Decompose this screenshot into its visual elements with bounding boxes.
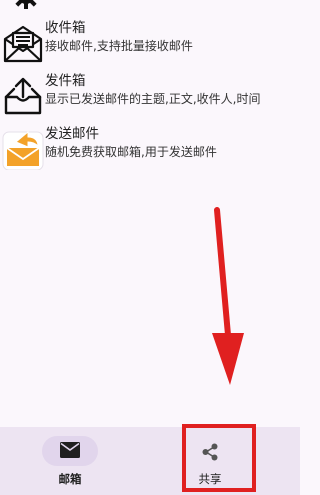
send-mail-description: 随机免费获取邮箱,用于发送邮件 <box>45 145 217 159</box>
red-arrow-icon <box>200 205 260 395</box>
outbox-description: 显示已发送邮件的主题,正文,收件人,时间 <box>45 92 261 106</box>
settings-gear-icon[interactable] <box>12 0 40 10</box>
inbox-title: 收件箱 <box>45 20 86 36</box>
inbox-description: 接收邮件,支持批量接收邮件 <box>45 39 193 53</box>
menu-item-inbox[interactable]: 收件箱 接收邮件,支持批量接收邮件 <box>0 20 300 70</box>
menu-item-outbox[interactable]: 发件箱 显示已发送邮件的主题,正文,收件人,时间 <box>0 73 300 123</box>
tab-mailbox-label: 邮箱 <box>58 472 82 486</box>
outbox-upload-icon <box>2 75 44 117</box>
inbox-envelope-icon <box>2 22 44 64</box>
send-mail-title: 发送邮件 <box>45 126 99 142</box>
mail-icon <box>60 442 80 462</box>
red-highlight-box <box>182 424 256 492</box>
tab-mailbox[interactable]: 邮箱 <box>15 427 125 495</box>
menu-item-send-mail[interactable]: 发送邮件 随机免费获取邮箱,用于发送邮件 <box>0 126 300 176</box>
send-mail-icon <box>2 128 44 171</box>
outbox-title: 发件箱 <box>45 73 86 89</box>
